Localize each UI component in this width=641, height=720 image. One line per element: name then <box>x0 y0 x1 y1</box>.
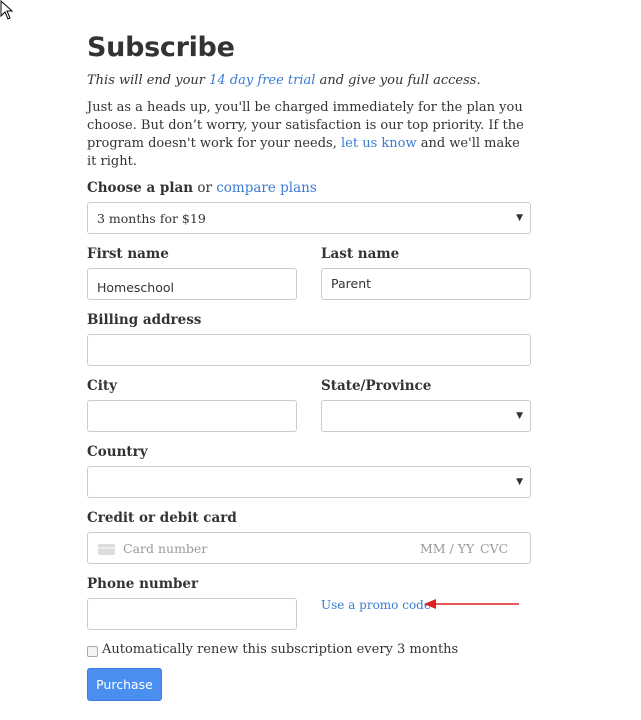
phone-field[interactable] <box>87 598 297 630</box>
first-name-label: First name <box>87 246 169 262</box>
first-name-value: Homeschool <box>97 280 174 295</box>
auto-renew-label: Automatically renew this subscription ev… <box>102 642 459 657</box>
last-name-value: Parent <box>331 276 372 291</box>
auto-renew-checkbox[interactable] <box>87 646 98 657</box>
compare-plans-link[interactable]: compare plans <box>216 180 317 196</box>
chevron-down-icon: ▼ <box>516 411 523 421</box>
country-select[interactable]: ▼ <box>87 466 531 498</box>
country-label: Country <box>87 444 148 460</box>
card-expiry-placeholder: MM / YY <box>420 541 475 556</box>
card-field[interactable]: Card number MM / YY CVC <box>87 532 531 564</box>
billing-address-field[interactable] <box>87 334 531 366</box>
card-cvc-placeholder: CVC <box>480 541 509 556</box>
first-name-field[interactable]: Homeschool <box>87 268 297 300</box>
city-label: City <box>87 378 117 394</box>
state-label: State/Province <box>321 378 432 394</box>
phone-label: Phone number <box>87 576 199 592</box>
chevron-down-icon: ▼ <box>516 213 523 223</box>
plan-label: Choose a plan or compare plans <box>87 180 317 196</box>
card-number-placeholder: Card number <box>123 541 208 556</box>
subtitle-text-end: and give you full access. <box>315 73 481 88</box>
credit-card-icon <box>98 544 115 555</box>
promo-code-link[interactable]: Use a promo code <box>321 598 431 612</box>
subtitle: This will end your 14 day free trial and… <box>87 73 481 88</box>
plan-label-text: Choose a plan <box>87 180 194 196</box>
last-name-label: Last name <box>321 246 400 262</box>
plan-selected-value: 3 months for $19 <box>97 211 206 226</box>
annotation-arrow-icon <box>424 599 519 609</box>
plan-select[interactable]: 3 months for $19 ▼ <box>87 202 531 234</box>
plan-or-text: or <box>193 180 217 196</box>
card-label: Credit or debit card <box>87 510 237 526</box>
page-title: Subscribe <box>87 32 235 63</box>
chevron-down-icon: ▼ <box>516 477 523 487</box>
free-trial-link[interactable]: 14 day free trial <box>209 73 315 88</box>
subtitle-text-start: This will end your <box>87 73 210 88</box>
purchase-button[interactable]: Purchase <box>87 668 162 701</box>
state-select[interactable]: ▼ <box>321 400 531 432</box>
mouse-cursor-icon <box>0 0 14 20</box>
charge-notice: Just as a heads up, you'll be charged im… <box>87 99 531 171</box>
let-us-know-link[interactable]: let us know <box>341 136 417 151</box>
billing-address-label: Billing address <box>87 312 202 328</box>
city-field[interactable] <box>87 400 297 432</box>
last-name-field[interactable]: Parent <box>321 268 531 300</box>
